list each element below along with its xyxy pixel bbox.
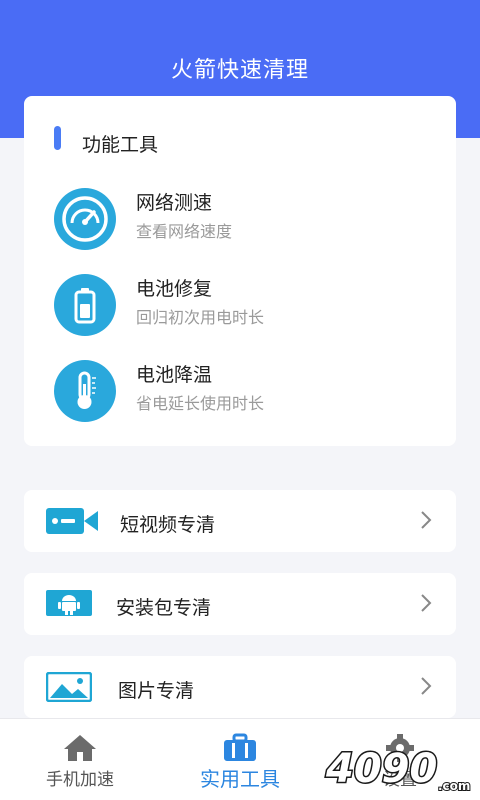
- tool-item-battery-cooling[interactable]: 电池降温 省电延长使用时长: [54, 360, 434, 424]
- svg-text:.com: .com: [438, 779, 470, 793]
- tab-label: 手机加速: [46, 770, 114, 790]
- image-icon: [45, 671, 93, 706]
- image-clean-row[interactable]: 图片专清: [24, 656, 456, 718]
- thermometer-icon: [54, 360, 116, 422]
- tool-title: 网络测速: [136, 192, 213, 214]
- chevron-right-icon: [420, 510, 432, 534]
- page-title: 火箭快速清理: [170, 58, 309, 83]
- short-video-clean-row[interactable]: 短视频专清: [24, 490, 456, 552]
- tool-title: 电池降温: [136, 364, 213, 386]
- speedometer-icon: [54, 188, 116, 250]
- svg-text:4090: 4090: [325, 746, 437, 792]
- tab-label: 实用工具: [200, 767, 280, 791]
- tool-item-battery-repair[interactable]: 电池修复 回归初次用电时长: [54, 274, 434, 338]
- row-label: 短视频专清: [120, 514, 216, 536]
- tab-utility-tools[interactable]: 实用工具: [160, 719, 320, 800]
- tool-description: 回归初次用电时长: [136, 308, 265, 327]
- row-label: 图片专清: [118, 680, 195, 702]
- android-package-icon: [46, 589, 92, 621]
- tab-phone-boost[interactable]: 手机加速: [0, 719, 160, 800]
- apk-clean-row[interactable]: 安装包专清: [24, 573, 456, 635]
- chevron-right-icon: [420, 676, 432, 700]
- tool-title: 电池修复: [136, 278, 213, 300]
- section-accent-bar: [54, 126, 61, 150]
- watermark-logo: 4090 .com: [322, 740, 478, 796]
- tool-item-network-speed[interactable]: 网络测速 查看网络速度: [54, 188, 434, 252]
- tools-card: 功能工具 网络测速 查看网络速度 电池修复 回归初次用电时长 电池降温 省电延长…: [24, 96, 456, 446]
- video-camera-icon: [46, 506, 98, 540]
- toolbox-icon: [222, 733, 258, 767]
- tool-description: 查看网络速度: [136, 222, 233, 241]
- home-icon: [62, 733, 98, 767]
- section-title: 功能工具: [82, 134, 159, 156]
- tool-description: 省电延长使用时长: [136, 394, 265, 413]
- chevron-right-icon: [420, 593, 432, 617]
- row-label: 安装包专清: [116, 597, 212, 619]
- battery-icon: [54, 274, 116, 336]
